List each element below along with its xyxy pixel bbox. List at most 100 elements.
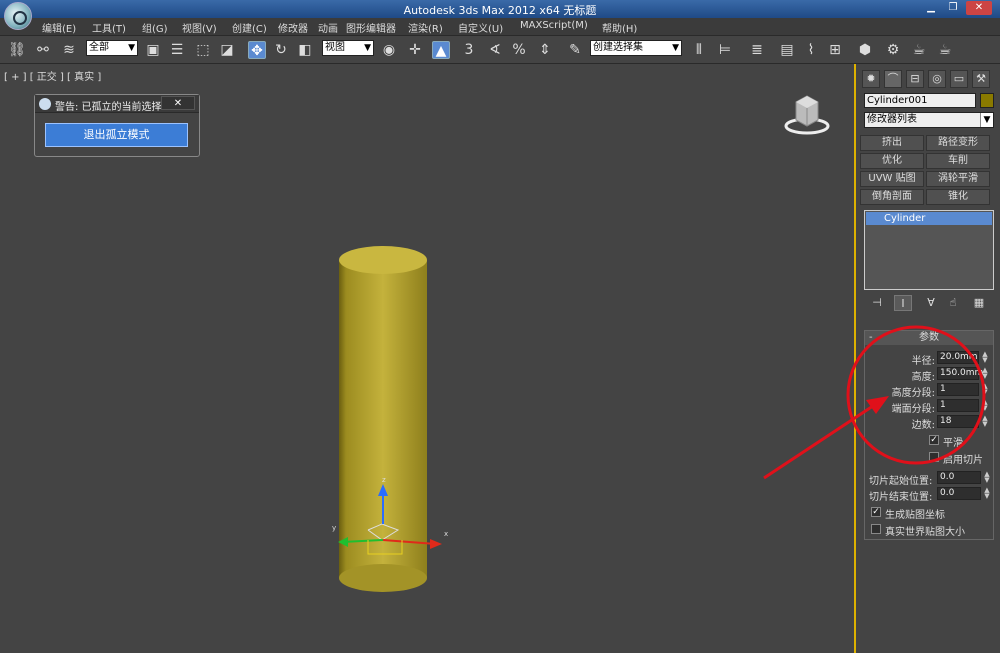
- real-world-map-size-checkbox[interactable]: [871, 524, 881, 534]
- schematic-view-icon[interactable]: ⊞: [826, 41, 844, 59]
- menu-edit[interactable]: 编辑(E): [42, 20, 76, 35]
- remove-modifier-icon[interactable]: ☝: [944, 295, 962, 311]
- collapse-icon: -: [869, 332, 873, 343]
- snap-toggle-icon[interactable]: 3: [460, 41, 478, 59]
- rect-selection-icon[interactable]: ⬚: [194, 41, 212, 59]
- height-segments-input[interactable]: 1: [937, 383, 979, 396]
- menu-create[interactable]: 创建(C): [232, 20, 267, 35]
- motion-tab-icon[interactable]: ◎: [928, 70, 946, 88]
- path-deform-button[interactable]: 路径变形: [926, 135, 990, 151]
- pivot-center-icon[interactable]: ◉: [380, 41, 398, 59]
- cap-segments-input[interactable]: 1: [937, 399, 979, 412]
- move-icon[interactable]: ✥: [248, 41, 266, 59]
- stack-item-cylinder[interactable]: Cylinder: [866, 212, 992, 225]
- parameters-header[interactable]: - 参数: [865, 331, 993, 345]
- dialog-close-button[interactable]: ✕: [161, 96, 195, 110]
- smooth-checkbox[interactable]: ✓: [929, 435, 939, 445]
- height-label: 高度:: [911, 372, 935, 383]
- hierarchy-tab-icon[interactable]: ⊟: [906, 70, 924, 88]
- lathe-button[interactable]: 车削: [926, 153, 990, 169]
- minimize-icon[interactable]: ▁: [922, 1, 940, 15]
- edit-named-sets-icon[interactable]: ✎: [566, 41, 584, 59]
- rendered-frame-icon[interactable]: ☕: [910, 41, 928, 59]
- object-color-swatch[interactable]: [980, 93, 994, 108]
- spinner-icon[interactable]: ▲ ▼: [981, 367, 989, 380]
- ribbon-icon[interactable]: ▤: [778, 41, 796, 59]
- mirror-icon[interactable]: ⫴: [690, 41, 708, 59]
- menu-maxscript[interactable]: MAXScript(M): [520, 20, 588, 31]
- material-editor-icon[interactable]: ⬢: [856, 41, 874, 59]
- show-end-result-icon[interactable]: I: [894, 295, 912, 311]
- radius-input[interactable]: 20.0mm: [937, 351, 979, 364]
- extrude-button[interactable]: 挤出: [860, 135, 924, 151]
- turbosmooth-button[interactable]: 涡轮平滑: [926, 171, 990, 187]
- select-by-name-icon[interactable]: ☰: [168, 41, 186, 59]
- spinner-icon[interactable]: ▲ ▼: [981, 351, 989, 364]
- scale-icon[interactable]: ◧: [296, 41, 314, 59]
- percent-snap-icon[interactable]: %: [510, 41, 528, 59]
- reference-coord-dropdown[interactable]: 视图 ▼: [322, 40, 374, 56]
- bevel-profile-button[interactable]: 倒角剖面: [860, 189, 924, 205]
- modify-tab-icon[interactable]: ⌒: [884, 70, 902, 88]
- configure-modifier-sets-icon[interactable]: ▦: [970, 295, 988, 311]
- window-crossing-icon[interactable]: ◪: [218, 41, 236, 59]
- spinner-icon[interactable]: ▲ ▼: [981, 399, 989, 412]
- render-production-icon[interactable]: ☕: [936, 41, 954, 59]
- named-selection-dropdown[interactable]: 创建选择集 ▼: [590, 40, 682, 56]
- object-name-field[interactable]: Cylinder001: [864, 93, 976, 108]
- selection-filter-dropdown[interactable]: 全部 ▼: [86, 40, 138, 56]
- keyboard-shortcut-override-icon[interactable]: ▲: [432, 41, 450, 59]
- spinner-snap-icon[interactable]: ⇕: [536, 41, 554, 59]
- display-tab-icon[interactable]: ▭: [950, 70, 968, 88]
- bind-spacewarp-icon[interactable]: ≋: [60, 41, 78, 59]
- link-icon[interactable]: ⛓: [8, 41, 26, 59]
- curve-editor-icon[interactable]: ⌇: [802, 41, 820, 59]
- unlink-icon[interactable]: ⚯: [34, 41, 52, 59]
- height-input[interactable]: 150.0mm: [937, 367, 983, 380]
- dialog-titlebar[interactable]: 警告: 已孤立的当前选择 ✕: [35, 95, 199, 113]
- spinner-icon[interactable]: ▲ ▼: [981, 383, 989, 396]
- app-logo-icon[interactable]: [4, 2, 32, 30]
- slice-to-input[interactable]: 0.0: [937, 487, 981, 500]
- menu-rendering[interactable]: 渲染(R): [408, 20, 443, 35]
- menu-modifiers[interactable]: 修改器: [278, 20, 308, 35]
- sides-input[interactable]: 18: [937, 415, 979, 428]
- render-setup-icon[interactable]: ⚙: [884, 41, 902, 59]
- uvw-map-button[interactable]: UVW 贴图: [860, 171, 924, 187]
- close-icon[interactable]: ✕: [966, 1, 992, 15]
- menu-views[interactable]: 视图(V): [182, 20, 217, 35]
- select-object-icon[interactable]: ▣: [144, 41, 162, 59]
- viewcube-icon[interactable]: [784, 92, 830, 136]
- menu-tools[interactable]: 工具(T): [92, 20, 126, 35]
- rotate-icon[interactable]: ↻: [272, 41, 290, 59]
- menu-graph-editors[interactable]: 图形编辑器: [346, 20, 396, 35]
- slice-on-checkbox[interactable]: [929, 452, 939, 462]
- create-tab-icon[interactable]: ✹: [862, 70, 880, 88]
- spinner-icon[interactable]: ▲ ▼: [983, 471, 991, 484]
- taper-button[interactable]: 锥化: [926, 189, 990, 205]
- exit-isolation-button[interactable]: 退出孤立模式: [45, 123, 188, 147]
- radius-row: 半径: 20.0mm ▲ ▼: [865, 351, 993, 368]
- optimize-button[interactable]: 优化: [860, 153, 924, 169]
- maximize-icon[interactable]: ❐: [944, 1, 962, 15]
- select-manipulate-icon[interactable]: ✛: [406, 41, 424, 59]
- modifier-list-dropdown[interactable]: 修改器列表 ▼: [864, 112, 994, 128]
- slice-from-input[interactable]: 0.0: [937, 471, 981, 484]
- utilities-tab-icon[interactable]: ⚒: [972, 70, 990, 88]
- slice-on-label: 启用切片: [943, 455, 983, 466]
- isolation-warning-dialog: 警告: 已孤立的当前选择 ✕ 退出孤立模式: [34, 94, 200, 157]
- menu-customize[interactable]: 自定义(U): [458, 20, 503, 35]
- named-selection-value: 创建选择集: [593, 42, 643, 53]
- spinner-icon[interactable]: ▲ ▼: [981, 415, 989, 428]
- menu-group[interactable]: 组(G): [142, 20, 168, 35]
- gen-map-coords-checkbox[interactable]: ✓: [871, 507, 881, 517]
- angle-snap-icon[interactable]: ∢: [486, 41, 504, 59]
- align-icon[interactable]: ⊨: [716, 41, 734, 59]
- pin-stack-icon[interactable]: ⊣: [868, 295, 886, 311]
- menu-help[interactable]: 帮助(H): [602, 20, 637, 35]
- menu-animation[interactable]: 动画: [318, 20, 338, 35]
- real-world-map-size-label: 真实世界贴图大小: [885, 527, 965, 538]
- make-unique-icon[interactable]: ∀: [922, 295, 940, 311]
- layer-manager-icon[interactable]: ≣: [748, 41, 766, 59]
- spinner-icon[interactable]: ▲ ▼: [983, 487, 991, 500]
